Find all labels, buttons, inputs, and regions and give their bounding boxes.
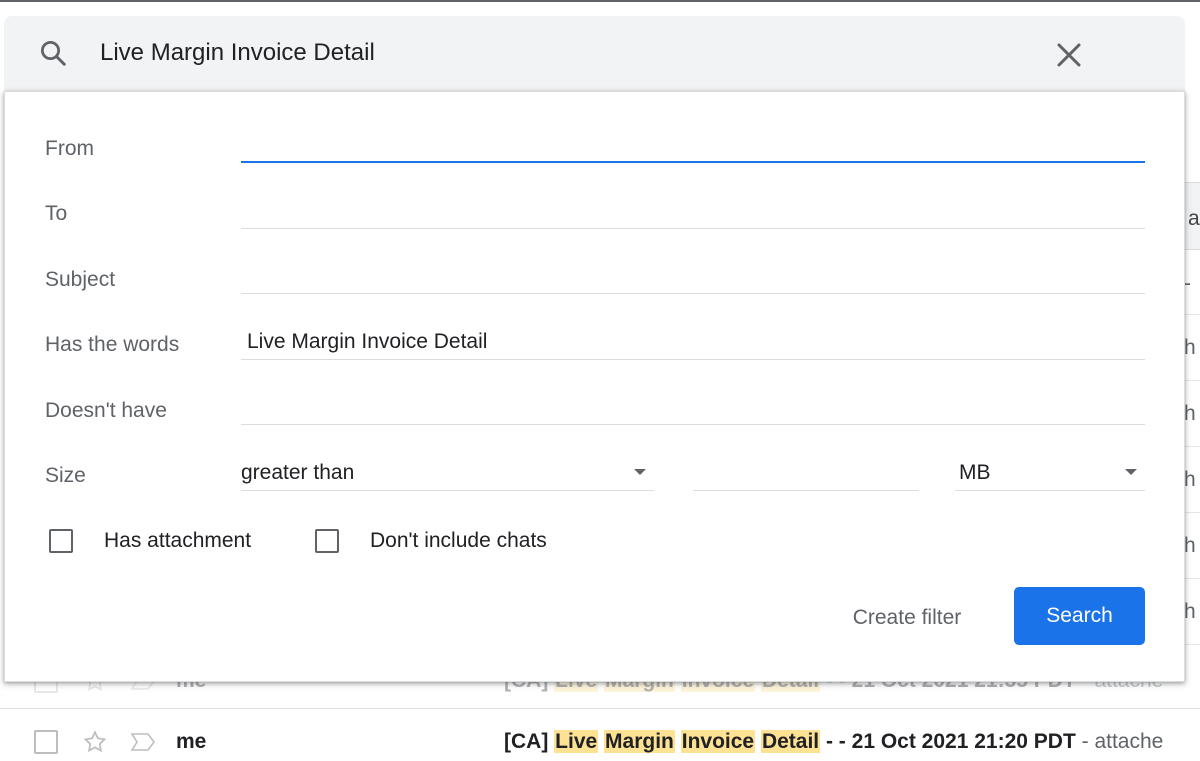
subject-field[interactable] (241, 258, 1145, 294)
search-input[interactable] (100, 36, 1000, 70)
dont-include-chats-checkbox[interactable] (315, 529, 339, 553)
row-sender: me (176, 729, 207, 753)
to-field[interactable] (241, 193, 1145, 229)
has-attachment-label: Has attachment (104, 529, 252, 552)
doesnt-have-label: Doesn't have (45, 399, 167, 422)
from-field[interactable] (241, 127, 1145, 163)
size-label: Size (45, 464, 86, 487)
row-fragment: h (1184, 600, 1196, 623)
row-subject: [CA] Live Margin Invoice Detail - - 21 O… (504, 729, 1164, 754)
from-label: From (45, 137, 94, 160)
size-unit-value: MB (959, 461, 991, 484)
size-number-field[interactable] (693, 455, 919, 491)
row-divider (1184, 512, 1200, 513)
doesnt-have-field[interactable] (241, 389, 1145, 425)
size-comparator-value: greater than (241, 461, 355, 484)
has-words-label: Has the words (45, 333, 180, 356)
subject-highlight: Detail (760, 729, 821, 753)
create-filter-button[interactable]: Create filter (827, 589, 987, 647)
row-divider (1184, 578, 1200, 579)
subject-prefix: [CA] (504, 729, 549, 753)
email-row[interactable]: me [CA] Live Margin Invoice Detail - - 2… (0, 708, 1200, 761)
subject-label: Subject (45, 268, 116, 291)
row-snippet: - attache (1075, 729, 1164, 753)
to-label: To (45, 202, 68, 225)
has-attachment-checkbox[interactable] (49, 529, 73, 553)
row-checkbox[interactable] (34, 729, 58, 754)
advanced-search-panel: From To Subject Has the words Doesn't ha… (4, 91, 1185, 682)
important-marker-icon[interactable] (130, 731, 156, 753)
row-fragment: h (1184, 336, 1196, 359)
size-comparator-select[interactable]: greater than (241, 455, 654, 491)
subject-highlight: Live (554, 729, 599, 753)
star-icon[interactable] (82, 729, 108, 755)
row-fragment: h (1184, 534, 1196, 557)
row-divider (1184, 314, 1200, 315)
close-icon[interactable] (1054, 40, 1084, 70)
row-fragment: h (1184, 402, 1196, 425)
search-icon[interactable] (38, 38, 68, 68)
subject-highlight: Invoice (680, 729, 756, 753)
search-button[interactable]: Search (1014, 587, 1145, 645)
has-words-field[interactable] (241, 324, 1145, 360)
subject-suffix: - - 21 Oct 2021 21:20 PDT (825, 729, 1076, 753)
subject-highlight: Margin (604, 729, 675, 753)
dropdown-arrow-icon (1125, 469, 1137, 475)
column-header-text: a (1188, 207, 1200, 230)
dont-include-chats-label: Don't include chats (370, 529, 547, 552)
dropdown-arrow-icon (634, 469, 646, 475)
row-divider (1184, 644, 1200, 645)
size-unit-select[interactable]: MB (955, 455, 1145, 491)
row-divider (1184, 380, 1200, 381)
row-divider (1184, 446, 1200, 447)
row-fragment: - (1184, 272, 1191, 295)
row-fragment: h (1184, 468, 1196, 491)
search-bar (4, 16, 1185, 92)
